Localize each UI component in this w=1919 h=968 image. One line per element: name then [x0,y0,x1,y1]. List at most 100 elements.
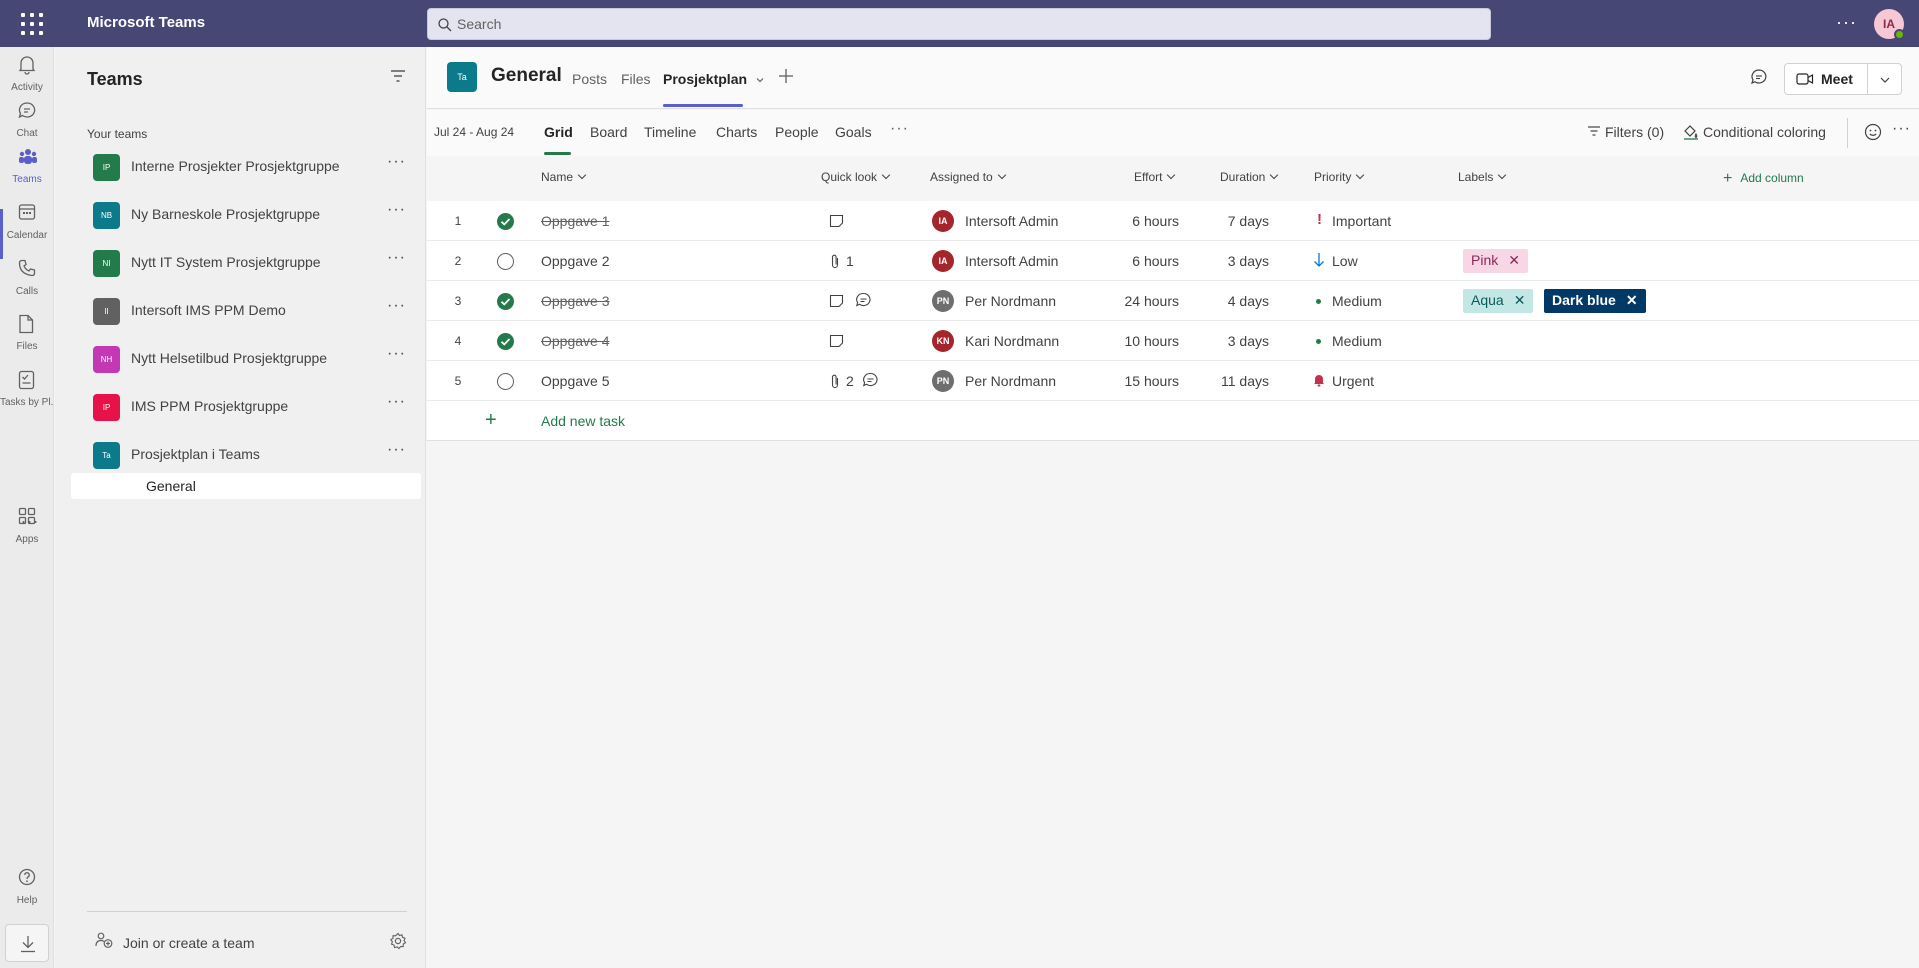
filter-icon[interactable] [390,69,406,83]
tab-prosjektplan[interactable]: Prosjektplan [663,71,765,87]
assignee-name[interactable]: Intersoft Admin [965,213,1058,229]
channel-item-general[interactable]: General [71,473,421,499]
view-timeline[interactable]: Timeline [644,124,696,140]
column-header-duration[interactable]: Duration [1220,170,1277,184]
table-row[interactable]: 5 Oppgave 5 2 PN Per Nordmann 15 hours 1… [427,361,1919,401]
smiley-icon[interactable] [1864,123,1882,141]
date-range[interactable]: Jul 24 - Aug 24 [434,125,514,139]
priority-value[interactable]: Low [1332,253,1358,269]
task-name[interactable]: Oppgave 1 [541,213,610,229]
label-chip[interactable]: Aqua ✕ [1463,289,1534,313]
view-grid[interactable]: Grid [544,124,573,140]
rail-teams[interactable]: Teams [0,139,54,191]
more-options-icon[interactable]: ··· [387,249,406,267]
chevron-down-icon[interactable] [755,76,765,84]
more-options-icon[interactable]: ··· [387,441,406,459]
priority-value[interactable]: Important [1332,213,1391,229]
chevron-down-icon[interactable] [1879,75,1891,85]
effort-value[interactable]: 6 hours [1097,253,1179,269]
table-row[interactable]: 2 Oppgave 2 1 IA Intersoft Admin 6 hours… [427,241,1919,281]
close-icon[interactable]: ✕ [1626,292,1638,308]
assignee-name[interactable]: Per Nordmann [965,373,1056,389]
rail-activity[interactable]: Activity [0,47,54,99]
team-item[interactable]: IP Interne Prosjekter Prosjektgruppe ··· [58,146,420,186]
label-chip[interactable]: Dark blue ✕ [1544,289,1646,313]
more-options-icon[interactable]: ··· [387,345,406,363]
conditional-coloring-button[interactable]: Conditional coloring [1683,124,1826,140]
notes-icon[interactable] [829,334,844,348]
comment-icon[interactable] [855,292,872,308]
view-people[interactable]: People [775,124,819,140]
column-header-name[interactable]: Name [541,170,585,184]
priority-value[interactable]: Medium [1332,333,1382,349]
add-column-button[interactable]: + Add column [1723,169,1804,187]
team-item[interactable]: NI Nytt IT System Prosjektgruppe ··· [58,242,420,282]
rail-files[interactable]: Files [0,306,54,358]
filters-button[interactable]: Filters (0) [1587,124,1664,140]
team-item[interactable]: NB Ny Barneskole Prosjektgruppe ··· [58,194,420,234]
effort-value[interactable]: 10 hours [1097,333,1179,349]
task-complete-checkbox[interactable] [497,373,514,390]
table-row[interactable]: 4 Oppgave 4 KN Kari Nordmann 10 hours 3 … [427,321,1919,361]
comment-icon[interactable] [862,372,879,388]
table-row[interactable]: 1 Oppgave 1 IA Intersoft Admin 6 hours 7… [427,201,1919,241]
column-header-assigned[interactable]: Assigned to [930,170,1005,184]
rail-chat[interactable]: Chat [0,93,54,145]
more-options-icon[interactable]: ··· [387,201,406,219]
task-complete-checkbox[interactable] [497,333,514,350]
table-row[interactable]: 3 Oppgave 3 PN Per Nordmann 24 hours 4 d… [427,281,1919,321]
duration-value[interactable]: 11 days [1197,373,1269,389]
meet-button[interactable]: Meet [1784,63,1902,95]
gear-icon[interactable] [389,932,407,950]
task-name[interactable]: Oppgave 3 [541,293,610,309]
notes-icon[interactable] [829,214,844,228]
assignee-name[interactable]: Intersoft Admin [965,253,1058,269]
more-options-icon[interactable]: ··· [387,153,406,171]
add-task-row[interactable]: + Add new task [427,401,1919,441]
rail-calls[interactable]: Calls [0,251,54,303]
team-item[interactable]: NH Nytt Helsetilbud Prosjektgruppe ··· [58,338,420,378]
add-task-button[interactable]: Add new task [541,413,625,429]
tab-posts[interactable]: Posts [572,71,607,87]
duration-value[interactable]: 4 days [1197,293,1269,309]
column-header-quick-look[interactable]: Quick look [821,170,889,184]
more-options-icon[interactable]: ··· [1892,120,1911,138]
column-header-priority[interactable]: Priority [1314,170,1363,184]
duration-value[interactable]: 3 days [1197,333,1269,349]
duration-value[interactable]: 3 days [1197,253,1269,269]
notes-icon[interactable] [829,294,844,308]
more-options-icon[interactable]: ··· [1836,12,1857,33]
join-team-link[interactable]: Join or create a team [123,935,255,951]
rail-apps[interactable]: Apps [0,499,54,551]
tab-files[interactable]: Files [621,71,651,87]
more-views-icon[interactable]: ··· [890,120,909,138]
close-icon[interactable]: ✕ [1508,252,1520,268]
paperclip-icon[interactable] [830,253,840,270]
priority-value[interactable]: Medium [1332,293,1382,309]
effort-value[interactable]: 6 hours [1097,213,1179,229]
download-button[interactable] [5,924,49,962]
paperclip-icon[interactable] [830,373,840,390]
effort-value[interactable]: 24 hours [1097,293,1179,309]
close-icon[interactable]: ✕ [1514,292,1526,308]
team-item[interactable]: II Intersoft IMS PPM Demo ··· [58,290,420,330]
task-name[interactable]: Oppgave 4 [541,333,610,349]
add-tab-icon[interactable] [778,68,794,84]
column-header-labels[interactable]: Labels [1458,170,1505,184]
view-charts[interactable]: Charts [716,124,757,140]
search-input[interactable]: Search [427,8,1491,40]
assignee-name[interactable]: Per Nordmann [965,293,1056,309]
more-options-icon[interactable]: ··· [387,297,406,315]
view-goals[interactable]: Goals [835,124,872,140]
rail-tasks[interactable]: Tasks by Pl... [0,362,54,414]
task-complete-checkbox[interactable] [497,293,514,310]
more-options-icon[interactable]: ··· [387,393,406,411]
view-board[interactable]: Board [590,124,627,140]
task-name[interactable]: Oppgave 2 [541,253,610,269]
task-complete-checkbox[interactable] [497,213,514,230]
assignee-name[interactable]: Kari Nordmann [965,333,1059,349]
app-launcher-icon[interactable] [20,12,44,36]
duration-value[interactable]: 7 days [1197,213,1269,229]
label-chip[interactable]: Pink ✕ [1463,249,1528,273]
team-item[interactable]: Ta Prosjektplan i Teams ··· [58,434,420,474]
